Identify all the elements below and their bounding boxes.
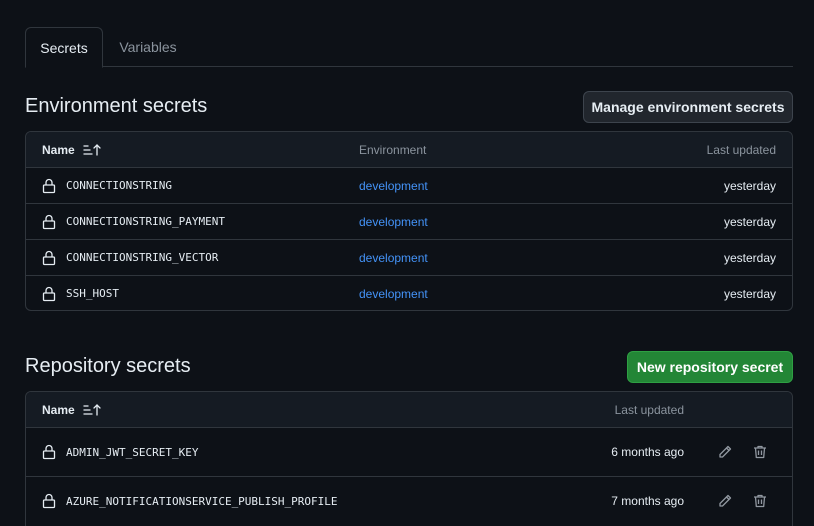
name-column-header[interactable]: Name (42, 132, 101, 167)
last-updated-column-header: Last updated (614, 402, 684, 417)
trash-icon[interactable] (752, 428, 768, 476)
trash-icon[interactable] (752, 477, 768, 525)
secret-name: SSH_HOST (66, 287, 119, 300)
table-header: Name Environment Last updated (26, 132, 792, 167)
lock-icon (42, 204, 58, 239)
repository-secrets-table: Name Last updated ADMIN_JWT_SECRET_KEY 6… (25, 391, 793, 526)
lock-icon (42, 168, 58, 203)
lock-icon (42, 477, 58, 525)
secret-name: CONNECTIONSTRING_PAYMENT (66, 215, 225, 228)
sort-ascending-icon[interactable] (83, 143, 101, 157)
last-updated-column-header: Last updated (706, 142, 776, 157)
secret-name: ADMIN_JWT_SECRET_KEY (66, 445, 199, 459)
environment-column-header: Environment (359, 142, 427, 157)
secret-name: AZURE_NOTIFICATIONSERVICE_PUBLISH_PROFIL… (66, 494, 338, 508)
name-column-header[interactable]: Name (42, 392, 101, 427)
pencil-icon[interactable] (717, 428, 733, 476)
tab-secrets[interactable]: Secrets (25, 27, 103, 68)
last-updated-value: yesterday (723, 250, 776, 265)
tab-variables[interactable]: Variables (103, 27, 193, 67)
lock-icon (42, 428, 58, 476)
name-column-label: Name (42, 142, 75, 157)
table-row[interactable]: CONNECTIONSTRING_VECTOR development yest… (26, 239, 792, 275)
table-row[interactable]: SSH_HOST development yesterday (26, 275, 792, 310)
table-row[interactable]: CONNECTIONSTRING_PAYMENT development yes… (26, 203, 792, 239)
last-updated-value: 6 months ago (611, 445, 684, 459)
environment-secrets-heading: Environment secrets (25, 95, 208, 117)
name-column-label: Name (42, 402, 75, 417)
last-updated-value: yesterday (723, 286, 776, 301)
lock-icon (42, 240, 58, 275)
table-row[interactable]: CONNECTIONSTRING development yesterday (26, 167, 792, 203)
repository-secrets-heading: Repository secrets (25, 355, 191, 377)
manage-environment-secrets-button[interactable]: Manage environment secrets (583, 91, 793, 123)
secret-name: CONNECTIONSTRING (66, 179, 172, 192)
environment-link[interactable]: development (359, 204, 428, 239)
secrets-variables-tabs: Secrets Variables (25, 27, 793, 68)
environment-link[interactable]: development (359, 276, 428, 310)
new-repository-secret-button[interactable]: New repository secret (627, 351, 793, 383)
last-updated-value: yesterday (723, 214, 776, 229)
table-row[interactable]: ADMIN_JWT_SECRET_KEY 6 months ago (26, 427, 792, 476)
table-header: Name Last updated (26, 392, 792, 427)
pencil-icon[interactable] (717, 477, 733, 525)
lock-icon (42, 276, 58, 310)
sort-ascending-icon[interactable] (83, 403, 101, 417)
environment-link[interactable]: development (359, 240, 428, 275)
environment-link[interactable]: development (359, 168, 428, 203)
last-updated-value: 7 months ago (611, 494, 684, 508)
environment-secrets-table: Name Environment Last updated CONNECTION… (25, 131, 793, 311)
secret-name: CONNECTIONSTRING_VECTOR (66, 251, 219, 264)
table-row[interactable]: AZURE_NOTIFICATIONSERVICE_PUBLISH_PROFIL… (26, 476, 792, 525)
last-updated-value: yesterday (723, 178, 776, 193)
